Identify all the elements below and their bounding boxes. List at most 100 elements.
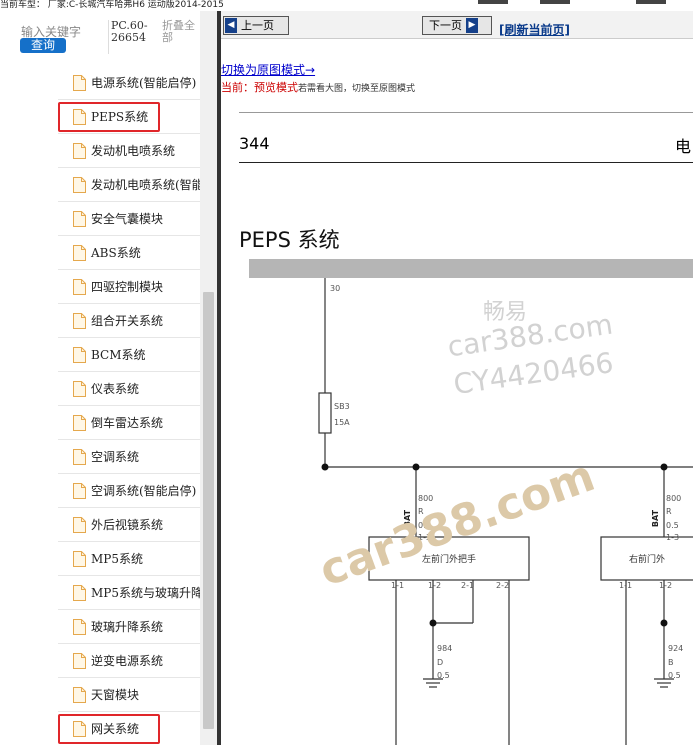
tree-item-content: MP5系统与玻璃升降 — [58, 576, 200, 610]
pin-label: 1-2 — [428, 581, 442, 590]
tree-item-content: ABS系统 — [58, 236, 200, 270]
tree-item-content: BCM系统 — [58, 338, 200, 372]
tree-item-label: 倒车雷达系统 — [91, 416, 164, 430]
tree-item[interactable]: 仪表系统 — [58, 372, 200, 406]
wire-id: 924 — [668, 644, 684, 653]
tree-item-label: MP5系统与玻璃升降 — [91, 586, 200, 600]
tree-item-content: 发动机电喷系统 — [58, 134, 200, 168]
toolbar-icon[interactable] — [636, 0, 666, 4]
pin-label: 1-1 — [619, 581, 633, 590]
tree-item[interactable]: MP5系统与玻璃升降 — [58, 576, 200, 610]
document-icon — [73, 619, 86, 635]
tree-item-label: 安全气囊模块 — [91, 212, 164, 226]
document-icon — [73, 211, 86, 227]
wire-color: R — [666, 507, 672, 516]
document-icon — [73, 483, 86, 499]
mode-label: 当前： — [221, 81, 254, 94]
scrollbar-thumb[interactable] — [203, 292, 214, 729]
document-icon — [73, 449, 86, 465]
mode-value: 预览模式 — [254, 81, 298, 94]
left-scrollbar[interactable] — [200, 11, 217, 745]
pin-label: 2-2 — [496, 581, 510, 590]
search-area: 输入关键字 查询 PC.60-26654 折叠全部 — [0, 11, 217, 63]
pin-label: 2-1 — [461, 581, 475, 590]
arrow-right-icon: ▶ — [466, 18, 478, 33]
document-icon — [73, 585, 86, 601]
tree-item[interactable]: 发动机电喷系统 — [58, 134, 200, 168]
tree-item[interactable]: MP5系统 — [58, 542, 200, 576]
next-page-button[interactable]: 下一页 ▶ — [422, 16, 492, 35]
page-rule — [239, 162, 693, 163]
tree-item-label: 发动机电喷系统 — [91, 144, 176, 158]
mode-status: 当前：预览模式若需看大图，切换至原图模式 — [221, 79, 415, 95]
tree-item-label: 四驱控制模块 — [91, 280, 164, 294]
power-bus-bar — [249, 259, 693, 278]
pin-label: 1-1 — [391, 581, 405, 590]
tree-item-label: 空调系统 — [91, 450, 140, 464]
tree-item-label: 玻璃升降系统 — [91, 620, 164, 634]
tree-item-content: 电源系统(智能启停) — [58, 66, 200, 100]
tree-item[interactable]: ABS系统 — [58, 236, 200, 270]
document-icon — [73, 687, 86, 703]
prev-page-button[interactable]: ◀ 上一页 — [223, 16, 289, 35]
tree-item[interactable]: 空调系统 — [58, 440, 200, 474]
fuse-sb3 — [318, 392, 332, 434]
tree-item[interactable]: 天窗模块 — [58, 678, 200, 712]
tree-item-label: MP5系统 — [91, 552, 143, 566]
toolbar-icon[interactable] — [478, 0, 508, 4]
tree-item-label: BCM系统 — [91, 348, 146, 362]
tree-item[interactable]: 空调系统(智能启停) — [58, 474, 200, 508]
tree-item-content: 安全气囊模块 — [58, 202, 200, 236]
tree-item-label: 组合开关系统 — [91, 314, 164, 328]
tree-item[interactable]: 外后视镜系统 — [58, 508, 200, 542]
prev-page-label: 上一页 — [241, 19, 274, 32]
pin-label: 1-2 — [659, 581, 673, 590]
fuse-name: SB3 — [334, 402, 350, 411]
document-icon — [73, 143, 86, 159]
tree-item[interactable]: 逆变电源系统 — [58, 644, 200, 678]
tree-item[interactable]: 玻璃升降系统 — [58, 610, 200, 644]
search-button[interactable]: 查询 — [20, 38, 66, 53]
left-panel: 输入关键字 查询 PC.60-26654 折叠全部 电源系统(智能启停) PEPS… — [0, 11, 217, 745]
document-icon — [73, 75, 86, 91]
collapse-all-link[interactable]: 折叠全部 — [162, 20, 202, 44]
tree-item[interactable]: 电源系统(智能启停) — [58, 66, 200, 100]
switch-mode-link[interactable]: 切换为原图模式→ — [221, 61, 315, 78]
fuse-rating: 15A — [334, 418, 350, 427]
bus-label: 30 — [330, 284, 341, 293]
tree-item[interactable]: 发动机电喷系统(智能启停) — [58, 168, 200, 202]
tree-item-label: ABS系统 — [91, 246, 141, 260]
refresh-page-link[interactable]: [刷新当前页] — [499, 21, 570, 38]
tree-item-label: 逆变电源系统 — [91, 654, 164, 668]
bat-label: BAT — [651, 509, 661, 528]
pin-label: 1-3 — [666, 533, 680, 542]
tree-item-content: 外后视镜系统 — [58, 508, 200, 542]
next-page-label: 下一页 — [429, 19, 462, 32]
highlight-box — [58, 714, 160, 744]
document-icon — [73, 517, 86, 533]
tree-item-content: 逆变电源系统 — [58, 644, 200, 678]
document-icon — [73, 381, 86, 397]
tree-item-content: 仪表系统 — [58, 372, 200, 406]
document-icon — [73, 245, 86, 261]
tree-item[interactable]: BCM系统 — [58, 338, 200, 372]
wire-id: 800 — [418, 494, 434, 503]
document-icon — [73, 279, 86, 295]
viewer-nav-bar: ◀ 上一页 下一页 ▶ [刷新当前页] — [221, 11, 693, 39]
tree-item-content: 天窗模块 — [58, 678, 200, 712]
tree-item[interactable]: 四驱控制模块 — [58, 270, 200, 304]
tree-item[interactable]: 倒车雷达系统 — [58, 406, 200, 440]
page-number: 344 — [239, 134, 270, 153]
toolbar-icon[interactable] — [540, 0, 570, 4]
wire-size: 0.5 — [437, 671, 450, 680]
page-rule — [239, 112, 693, 113]
wire-color: B — [668, 658, 674, 667]
tree-item-content: 组合开关系统 — [58, 304, 200, 338]
tree-item[interactable]: 组合开关系统 — [58, 304, 200, 338]
mode-hint: 若需看大图，切换至原图模式 — [298, 84, 416, 94]
tree-item[interactable]: 安全气囊模块 — [58, 202, 200, 236]
tree-item-content: 空调系统 — [58, 440, 200, 474]
tree-item-content: 四驱控制模块 — [58, 270, 200, 304]
wire-id: 800 — [666, 494, 682, 503]
document-icon — [73, 551, 86, 567]
